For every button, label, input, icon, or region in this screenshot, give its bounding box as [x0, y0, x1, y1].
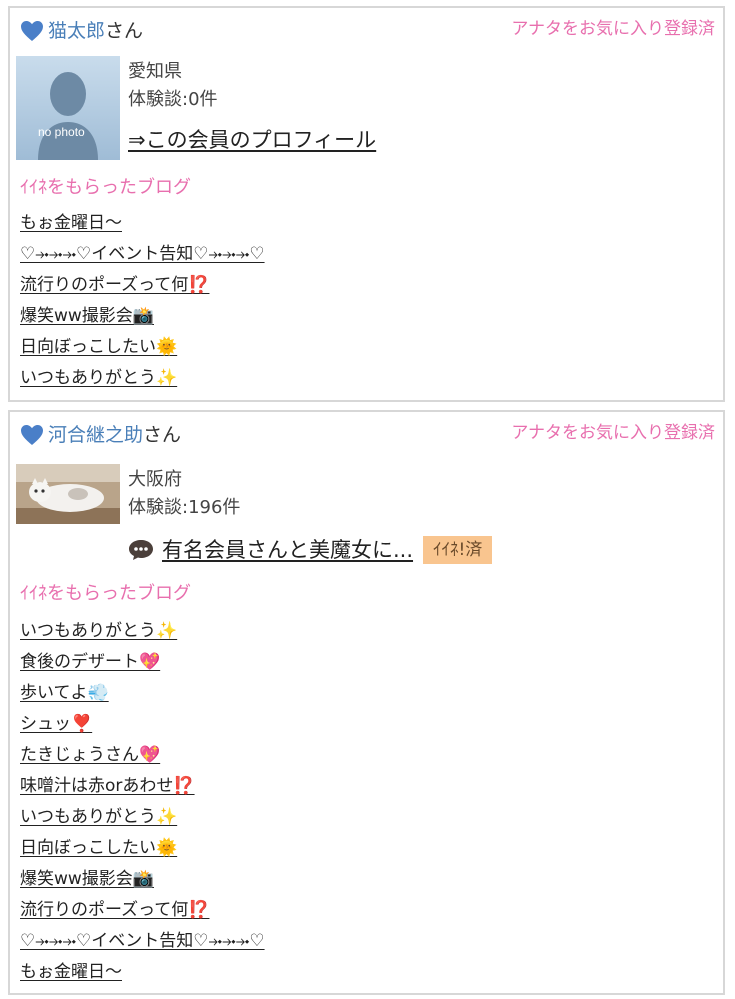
list-item: 日向ぼっこしたい🌞	[20, 333, 265, 364]
member-name-link[interactable]: 猫太郎	[48, 18, 105, 44]
list-item: いつもありがとう✨	[20, 364, 265, 395]
list-item: 歩いてよ💨	[20, 679, 265, 710]
blog-link[interactable]: シュッ❣️	[20, 714, 92, 734]
list-item: シュッ❣️	[20, 710, 265, 741]
member-card: 猫太郎 さん アナタをお気に入り登録済 no photo 愛知県 体験談:0件 ⇒…	[8, 6, 725, 402]
no-photo-silhouette-icon: no photo	[16, 56, 120, 160]
list-item: 流行りのポーズって何⁉️	[20, 896, 265, 927]
blog-link[interactable]: 爆笑ww撮影会📸	[20, 869, 154, 889]
blog-link[interactable]: 流行りのポーズって何⁉️	[20, 275, 209, 295]
profile-link[interactable]: ⇒この会員のプロフィール	[128, 126, 376, 154]
blog-heading: ｲｲﾈをもらったブログ	[20, 177, 191, 198]
blog-link[interactable]: いつもありがとう✨	[20, 368, 177, 388]
blog-link[interactable]: 爆笑ww撮影会📸	[20, 306, 154, 326]
blog-list: いつもありがとう✨ 食後のデザート💖 歩いてよ💨 シュッ❣️ たきじょうさん💖 …	[20, 617, 265, 989]
list-item: 日向ぼっこしたい🌞	[20, 834, 265, 865]
blog-link[interactable]: 歩いてよ💨	[20, 683, 109, 703]
blog-list: もぉ金曜日〜 ♡⤞⤞⤞♡イベント告知♡⤞⤞⤞♡ 流行りのポーズって何⁉️ 爆笑w…	[20, 209, 265, 395]
list-item: ♡⤞⤞⤞♡イベント告知♡⤞⤞⤞♡	[20, 927, 265, 958]
list-item: もぉ金曜日〜	[20, 209, 265, 240]
blog-link[interactable]: 流行りのポーズって何⁉️	[20, 900, 209, 920]
blog-link[interactable]: いつもありがとう✨	[20, 621, 177, 641]
list-item: 流行りのポーズって何⁉️	[20, 271, 265, 302]
member-card: 河合継之助 さん アナタをお気に入り登録済 大阪府 体験談:196件 有名会員さん…	[8, 410, 725, 995]
member-header: 猫太郎 さん	[20, 18, 143, 44]
prefecture: 大阪府	[128, 469, 182, 490]
list-item: たきじょうさん💖	[20, 741, 265, 772]
review-row: 有名会員さんと美魔女に... ｲｲﾈ!済	[128, 534, 493, 566]
favorite-status: アナタをお気に入り登録済	[511, 19, 715, 39]
avatar[interactable]: no photo	[16, 56, 120, 160]
list-item: 味噌汁は赤orあわせ⁉️	[20, 772, 265, 803]
list-item: いつもありがとう✨	[20, 803, 265, 834]
list-item: ♡⤞⤞⤞♡イベント告知♡⤞⤞⤞♡	[20, 240, 265, 271]
prefecture: 愛知県	[128, 61, 182, 82]
list-item: もぉ金曜日〜	[20, 958, 265, 989]
list-item: 爆笑ww撮影会📸	[20, 865, 265, 896]
blog-link[interactable]: 日向ぼっこしたい🌞	[20, 337, 177, 357]
review-link[interactable]: 有名会員さんと美魔女に...	[162, 536, 413, 564]
cat-photo-icon	[16, 464, 120, 524]
blog-link[interactable]: 味噌汁は赤orあわせ⁉️	[20, 776, 195, 796]
no-photo-text: no photo	[38, 125, 85, 139]
blog-link[interactable]: もぉ金曜日〜	[20, 962, 122, 982]
blog-link[interactable]: ♡⤞⤞⤞♡イベント告知♡⤞⤞⤞♡	[20, 244, 265, 264]
avatar[interactable]	[16, 464, 120, 524]
member-meta: 愛知県 体験談:0件	[128, 58, 218, 114]
list-item: いつもありがとう✨	[20, 617, 265, 648]
blog-link[interactable]: もぉ金曜日〜	[20, 213, 122, 233]
member-meta: 大阪府 体験談:196件	[128, 466, 240, 522]
member-name-link[interactable]: 河合継之助	[48, 422, 143, 448]
list-item: 食後のデザート💖	[20, 648, 265, 679]
blog-link[interactable]: 日向ぼっこしたい🌞	[20, 838, 177, 858]
heart-icon	[21, 425, 43, 445]
list-item: 爆笑ww撮影会📸	[20, 302, 265, 333]
favorite-status: アナタをお気に入り登録済	[511, 423, 715, 443]
honorific: さん	[143, 424, 182, 446]
review-count: 体験談:196件	[128, 497, 241, 518]
blog-link[interactable]: ♡⤞⤞⤞♡イベント告知♡⤞⤞⤞♡	[20, 931, 265, 951]
speech-bubble-icon	[129, 540, 153, 560]
blog-link[interactable]: たきじょうさん💖	[20, 745, 160, 765]
heart-icon	[21, 21, 43, 41]
honorific: さん	[105, 20, 144, 42]
iine-badge: ｲｲﾈ!済	[423, 536, 493, 564]
member-header: 河合継之助 さん	[20, 422, 181, 448]
blog-link[interactable]: いつもありがとう✨	[20, 807, 177, 827]
blog-link[interactable]: 食後のデザート💖	[20, 652, 160, 672]
review-count: 体験談:0件	[128, 89, 218, 110]
blog-heading: ｲｲﾈをもらったブログ	[20, 583, 191, 604]
